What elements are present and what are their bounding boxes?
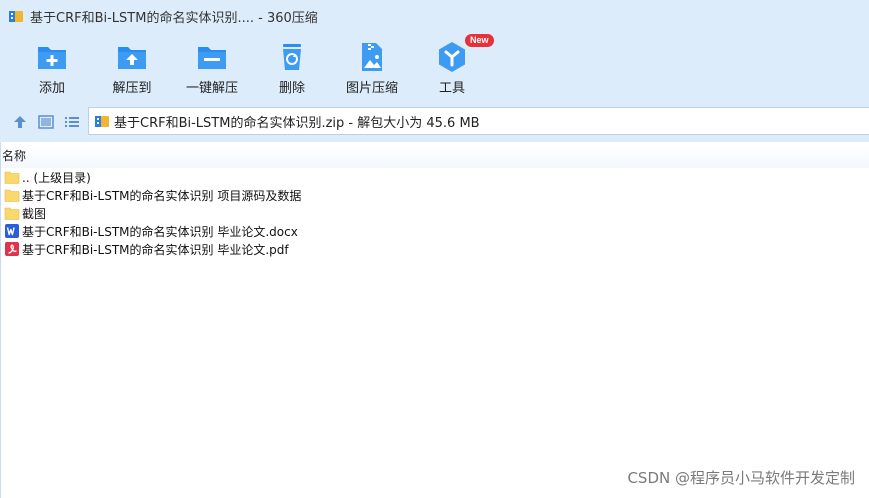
archive-app-icon [9, 11, 23, 22]
recycle-bin-icon [283, 44, 301, 70]
pdf-document-icon [5, 242, 19, 256]
list-item-name: 基于CRF和Bi-LSTM的命名实体识别 毕业论文.pdf [22, 242, 289, 257]
delete-button[interactable]: 删除 [257, 38, 327, 98]
delete-button-label: 删除 [278, 81, 305, 96]
list-view-icon[interactable] [63, 113, 81, 131]
new-badge: New [465, 34, 494, 47]
list-item-name: 基于CRF和Bi-LSTM的命名实体识别 毕业论文.docx [22, 224, 298, 239]
address-bar[interactable]: 基于CRF和Bi-LSTM的命名实体识别.zip - 解包大小为 45.6 MB [88, 107, 869, 135]
address-row: 基于CRF和Bi-LSTM的命名实体识别.zip - 解包大小为 45.6 MB [0, 102, 869, 142]
image-compress-button-label: 图片压缩 [345, 81, 398, 96]
word-document-icon [5, 224, 19, 238]
extract-to-button[interactable]: 解压到 [97, 38, 167, 98]
thumbnail-view-icon[interactable] [37, 113, 55, 131]
app-window: 基于CRF和Bi-LSTM的命名实体识别.... - 360压缩 添加 解压到 [0, 0, 869, 498]
list-item[interactable]: 基于CRF和Bi-LSTM的命名实体识别 项目源码及数据 [1, 186, 869, 204]
folder-add-icon [38, 47, 66, 69]
one-click-extract-button[interactable]: 一键解压 [177, 38, 247, 98]
folder-icon [4, 207, 20, 220]
folder-oneclick-extract-icon [198, 47, 226, 69]
list-item-name: 基于CRF和Bi-LSTM的命名实体识别 项目源码及数据 [22, 188, 302, 203]
address-path: 基于CRF和Bi-LSTM的命名实体识别.zip - 解包大小为 45.6 MB [114, 115, 480, 131]
add-button[interactable]: 添加 [17, 38, 87, 98]
file-list: .. (上级目录) 基于CRF和Bi-LSTM的命名实体识别 项目源码及数据 截… [1, 168, 869, 258]
file-list-pane: 名称 .. (上级目录) 基于CRF和Bi-LSTM的命名实体识别 项目源码及数… [0, 142, 869, 498]
add-button-label: 添加 [38, 81, 65, 96]
list-item[interactable]: 基于CRF和Bi-LSTM的命名实体识别 毕业论文.docx [1, 222, 869, 240]
tools-icon [439, 42, 465, 72]
list-item-name: .. (上级目录) [22, 170, 91, 185]
folder-icon [4, 171, 20, 184]
list-item-name: 截图 [22, 206, 47, 221]
toolbar: 添加 解压到 一键解压 删除 图片压缩 New 工具 [0, 32, 869, 102]
list-item[interactable]: 截图 [1, 204, 869, 222]
list-item[interactable]: .. (上级目录) [1, 168, 869, 186]
extract-to-button-label: 解压到 [112, 81, 152, 96]
list-item[interactable]: 基于CRF和Bi-LSTM的命名实体识别 毕业论文.pdf [1, 240, 869, 258]
tools-button[interactable]: New 工具 [417, 34, 494, 98]
image-compress-button[interactable]: 图片压缩 [337, 38, 407, 98]
title-bar: 基于CRF和Bi-LSTM的命名实体识别.... - 360压缩 [0, 0, 869, 32]
one-click-extract-button-label: 一键解压 [185, 81, 238, 96]
window-title: 基于CRF和Bi-LSTM的命名实体识别.... - 360压缩 [30, 10, 318, 26]
column-header-name[interactable]: 名称 [1, 146, 869, 168]
up-arrow-icon[interactable] [11, 113, 29, 131]
tools-button-label: 工具 [438, 81, 465, 96]
image-compress-icon [362, 43, 382, 71]
watermark: CSDN @程序员小马软件开发定制 [627, 469, 855, 487]
zip-archive-icon [95, 116, 109, 127]
folder-icon [4, 189, 20, 202]
folder-extract-icon [118, 47, 146, 69]
